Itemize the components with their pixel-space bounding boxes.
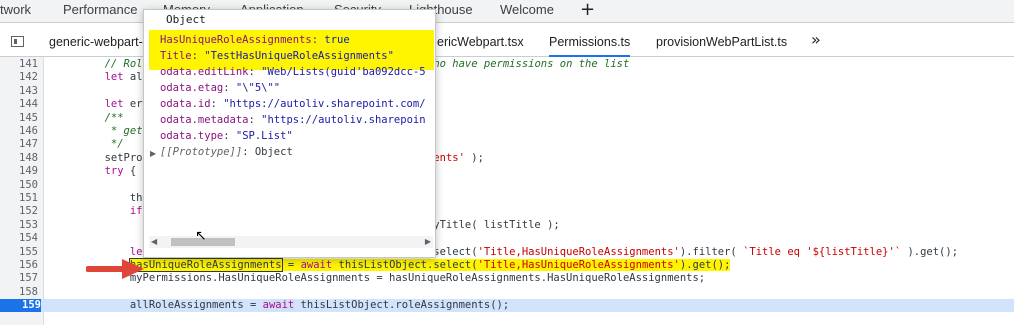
- code-text: hasUniqueRoleAssignments = await thisLis…: [128, 258, 731, 272]
- code-text: myPermissions.HasUniqueRoleAssignments =…: [54, 272, 706, 285]
- line-number[interactable]: 151: [0, 192, 38, 205]
- code-text: if: [129, 205, 143, 218]
- scroll-right-icon[interactable]: ▶: [425, 237, 431, 246]
- more-tabs-button[interactable]: »: [811, 30, 821, 49]
- popover-property[interactable]: odata.etag: "\"5\"": [160, 82, 280, 95]
- code-line[interactable]: 156 hasUniqueRoleAssignments = await thi…: [0, 258, 1014, 272]
- line-number[interactable]: 142: [0, 71, 38, 84]
- code-text: let all: [104, 71, 149, 84]
- line-number[interactable]: 159: [0, 299, 41, 313]
- code-text: /**: [104, 111, 124, 124]
- code-text: let err: [104, 98, 149, 111]
- add-tab-button[interactable]: +: [580, 0, 595, 20]
- prototype-value: Object: [254, 146, 293, 158]
- file-tab-generic-webpart-tsx[interactable]: ericWebpart.tsx: [437, 35, 524, 49]
- code-line[interactable]: 158: [0, 286, 1014, 299]
- code-text: try {: [104, 165, 137, 178]
- prototype-row[interactable]: [[Prototype]]: Object: [160, 146, 293, 159]
- line-number[interactable]: 150: [0, 179, 38, 192]
- code-line[interactable]: 157 myPermissions.HasUniqueRoleAssignmen…: [0, 272, 1014, 285]
- code-line-breakpoint[interactable]: 159 allRoleAssignments = await thisListO…: [0, 299, 1014, 313]
- tab-performance[interactable]: Performance: [63, 2, 137, 17]
- object-preview-popover: Object HasUniqueRoleAssignments: true Tit…: [143, 9, 436, 258]
- code-text: * get: [110, 125, 143, 137]
- line-number[interactable]: 148: [0, 152, 38, 165]
- line-number[interactable]: 149: [0, 165, 38, 178]
- code-text: thi: [54, 192, 149, 204]
- popover-property[interactable]: Title: "TestHasUniqueRoleAssignments": [160, 50, 394, 63]
- line-number[interactable]: 145: [0, 112, 38, 125]
- toggle-navigator-icon[interactable]: [11, 36, 24, 47]
- popover-property[interactable]: odata.id: "https://autoliv.sharepoint.co…: [160, 98, 426, 111]
- tab-network[interactable]: twork: [0, 2, 31, 17]
- line-number[interactable]: 154: [0, 232, 38, 245]
- expand-caret-icon[interactable]: ▶: [150, 149, 156, 158]
- line-number[interactable]: 156: [0, 259, 38, 272]
- line-number[interactable]: 157: [0, 272, 38, 285]
- line-number[interactable]: 153: [0, 219, 38, 232]
- horizontal-scrollbar[interactable]: ◀ ▶: [149, 236, 433, 248]
- code-text: */: [110, 138, 124, 151]
- tab-welcome[interactable]: Welcome: [500, 2, 554, 17]
- line-number[interactable]: 146: [0, 125, 38, 138]
- line-number[interactable]: 152: [0, 205, 38, 218]
- line-number[interactable]: 141: [0, 58, 38, 71]
- popover-title: Object: [166, 13, 206, 26]
- file-tab-permissions[interactable]: Permissions.ts: [549, 35, 631, 57]
- popover-property[interactable]: odata.editLink: "Web/Lists(guid'ba092dcc…: [160, 66, 426, 79]
- line-number[interactable]: 144: [0, 98, 38, 111]
- prototype-key: [[Prototype]]: [160, 146, 243, 158]
- annotation-arrow-icon: [86, 259, 144, 279]
- line-number[interactable]: 143: [0, 85, 38, 98]
- line-number[interactable]: 147: [0, 138, 38, 151]
- file-tab-provisionwebpartlist[interactable]: provisionWebPartList.ts: [656, 35, 787, 49]
- mouse-pointer-icon: ↖: [195, 228, 207, 244]
- file-tab-generic-webpart[interactable]: generic-webpart-: [49, 35, 143, 49]
- line-number[interactable]: 158: [0, 286, 38, 299]
- code-text: allRoleAssignments = await thisListObjec…: [54, 299, 510, 312]
- scroll-left-icon[interactable]: ◀: [151, 237, 157, 246]
- line-number[interactable]: 155: [0, 246, 38, 259]
- popover-property[interactable]: odata.metadata: "https://autoliv.sharepo…: [160, 114, 426, 127]
- popover-property[interactable]: odata.type: "SP.List": [160, 130, 293, 143]
- popover-property[interactable]: HasUniqueRoleAssignments: true: [160, 34, 350, 47]
